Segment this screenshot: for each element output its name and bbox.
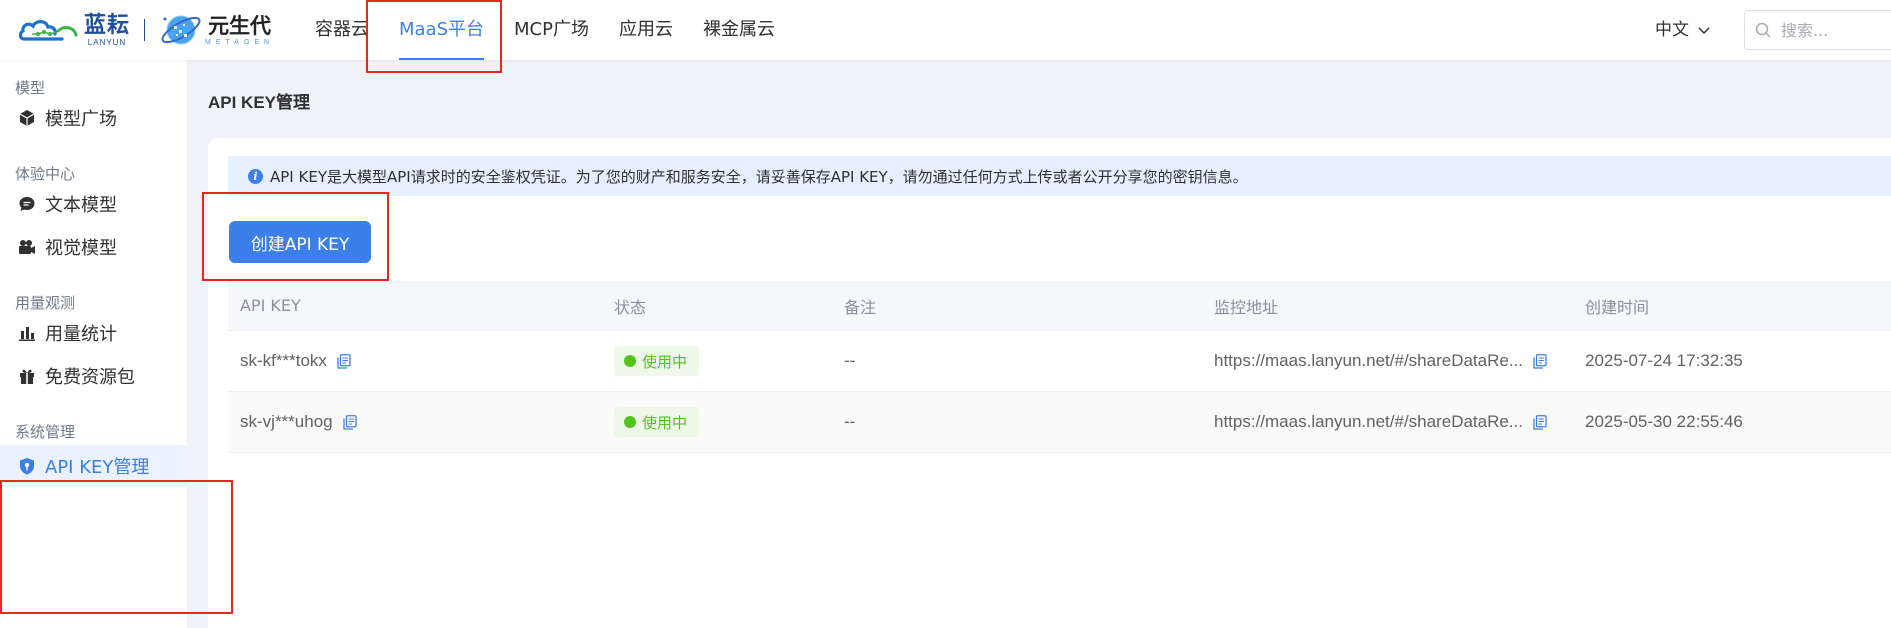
copy-icon[interactable] bbox=[1533, 414, 1547, 430]
lanyun-logo-text: 蓝耘 LANYUN bbox=[84, 12, 131, 47]
sidebar-item-vision-model[interactable]: 视觉模型 bbox=[0, 226, 188, 268]
logo-metagen-en: METAGEN bbox=[205, 38, 275, 46]
search-input[interactable] bbox=[1781, 20, 1891, 40]
info-alert: i API KEY是大模型API请求时的安全鉴权凭证。为了您的财产和服务安全，请… bbox=[228, 156, 1891, 196]
sidebar-item-free-resource-pack[interactable]: 免费资源包 bbox=[0, 355, 188, 397]
nav-item-mcp-plaza[interactable]: MCP广场 bbox=[499, 0, 604, 60]
sidebar-item-text-model[interactable]: 文本模型 bbox=[0, 183, 188, 225]
api-key-value: sk-vj***uhog bbox=[240, 412, 333, 431]
metagen-logo-icon bbox=[161, 15, 201, 45]
created-at-cell: 2025-05-30 22:55:46 bbox=[1585, 412, 1743, 431]
logo-divider bbox=[144, 19, 146, 41]
column-header-monitor-url: 监控地址 bbox=[1214, 297, 1279, 317]
monitor-url-link[interactable]: https://maas.lanyun.net/#/shareDataRe... bbox=[1214, 351, 1523, 371]
column-header-remark: 备注 bbox=[844, 297, 877, 317]
created-at-cell: 2025-07-24 17:32:35 bbox=[1585, 351, 1743, 370]
sidebar-group-system: 系统管理 bbox=[15, 423, 76, 441]
logo-lanyun-en: LANYUN bbox=[87, 37, 127, 47]
status-text: 使用中 bbox=[642, 413, 688, 432]
column-header-api-key: API KEY bbox=[240, 296, 301, 315]
api-key-cell: sk-vj***uhog bbox=[240, 412, 357, 432]
create-api-key-button[interactable]: 创建API KEY bbox=[229, 221, 371, 263]
nav-item-container-cloud[interactable]: 容器云 bbox=[300, 0, 384, 60]
sidebar-group-usage: 用量观测 bbox=[15, 294, 76, 312]
language-label: 中文 bbox=[1655, 20, 1689, 40]
lanyun-logo-icon bbox=[18, 20, 78, 41]
sidebar-item-label: 免费资源包 bbox=[45, 367, 135, 388]
api-key-cell: sk-kf***tokx bbox=[240, 351, 351, 371]
sidebar-item-model-plaza[interactable]: 模型广场 bbox=[0, 97, 188, 139]
sidebar-item-label: API KEY管理 bbox=[45, 457, 150, 478]
nav-item-maas-platform[interactable]: MaaS平台 bbox=[384, 0, 499, 60]
monitor-url-cell: https://maas.lanyun.net/#/shareDataRe... bbox=[1214, 351, 1547, 371]
page-title: API KEY管理 bbox=[208, 93, 311, 112]
api-key-value: sk-kf***tokx bbox=[240, 351, 327, 370]
shield-key-icon bbox=[17, 456, 37, 476]
nav-item-app-cloud[interactable]: 应用云 bbox=[604, 0, 688, 60]
chevron-down-icon bbox=[1698, 27, 1710, 35]
table-row: sk-vj***uhog 使用中 -- https://maas.lanyun.… bbox=[228, 392, 1891, 453]
remark-cell: -- bbox=[844, 351, 856, 370]
search-icon bbox=[1755, 22, 1771, 38]
main-content: API KEY管理 i API KEY是大模型API请求时的安全鉴权凭证。为了您… bbox=[188, 60, 1891, 628]
remark-cell: -- bbox=[844, 412, 856, 431]
column-header-created-at: 创建时间 bbox=[1585, 297, 1650, 317]
column-header-status: 状态 bbox=[614, 297, 647, 317]
gift-icon bbox=[17, 366, 37, 386]
sidebar-item-label: 视觉模型 bbox=[45, 238, 117, 259]
metagen-logo-text: 元生代 METAGEN bbox=[205, 14, 274, 47]
sidebar-item-api-key-management[interactable]: API KEY管理 bbox=[0, 445, 188, 487]
chat-bubble-icon bbox=[17, 194, 37, 214]
status-text: 使用中 bbox=[642, 352, 688, 371]
brand-logo[interactable]: 蓝耘 LANYUN 元生代 METAGEN bbox=[18, 9, 274, 51]
alert-text: API KEY是大模型API请求时的安全鉴权凭证。为了您的财产和服务安全，请妥善… bbox=[270, 167, 1248, 186]
sidebar-group-experience: 体验中心 bbox=[15, 165, 76, 183]
monitor-url-link[interactable]: https://maas.lanyun.net/#/shareDataRe... bbox=[1214, 412, 1523, 432]
info-icon: i bbox=[248, 168, 263, 184]
status-badge: 使用中 bbox=[614, 407, 700, 437]
sidebar: 模型 模型广场 体验中心 文本模型 视觉模型 用量观测 用量统计 免费资源包 系… bbox=[0, 60, 188, 628]
sidebar-item-label: 文本模型 bbox=[45, 195, 117, 216]
sidebar-item-label: 模型广场 bbox=[45, 109, 117, 130]
api-key-card: i API KEY是大模型API请求时的安全鉴权凭证。为了您的财产和服务安全，请… bbox=[208, 138, 1891, 628]
copy-icon[interactable] bbox=[342, 414, 357, 430]
logo-lanyun-cn: 蓝耘 bbox=[84, 12, 131, 38]
status-badge: 使用中 bbox=[614, 346, 700, 376]
bar-chart-icon bbox=[17, 323, 37, 343]
api-key-table: API KEY 状态 备注 监控地址 创建时间 sk-kf***tokx 使用中 bbox=[228, 281, 1891, 453]
language-selector[interactable]: 中文 bbox=[1655, 0, 1711, 60]
table-row: sk-kf***tokx 使用中 -- https://maas.lanyun.… bbox=[228, 331, 1891, 392]
nav-item-bare-metal-cloud[interactable]: 裸金属云 bbox=[688, 0, 790, 60]
top-header: 蓝耘 LANYUN 元生代 METAGEN 容器云 MaaS平台 MCP广场 应… bbox=[0, 0, 1891, 60]
status-dot-icon bbox=[624, 416, 636, 428]
top-nav: 容器云 MaaS平台 MCP广场 应用云 裸金属云 bbox=[300, 0, 790, 60]
video-camera-icon bbox=[17, 237, 37, 257]
logo-metagen-cn: 元生代 bbox=[208, 13, 272, 38]
status-cell: 使用中 bbox=[614, 407, 700, 437]
copy-icon[interactable] bbox=[1533, 353, 1547, 369]
sidebar-group-model: 模型 bbox=[15, 79, 46, 97]
search-box[interactable] bbox=[1744, 10, 1891, 50]
cube-icon bbox=[17, 108, 37, 128]
table-header: API KEY 状态 备注 监控地址 创建时间 bbox=[228, 281, 1891, 331]
sidebar-item-label: 用量统计 bbox=[45, 324, 117, 345]
status-dot-icon bbox=[624, 355, 636, 367]
copy-icon[interactable] bbox=[337, 353, 351, 369]
sidebar-item-usage-stats[interactable]: 用量统计 bbox=[0, 312, 188, 354]
monitor-url-cell: https://maas.lanyun.net/#/shareDataRe... bbox=[1214, 412, 1547, 432]
status-cell: 使用中 bbox=[614, 346, 700, 376]
